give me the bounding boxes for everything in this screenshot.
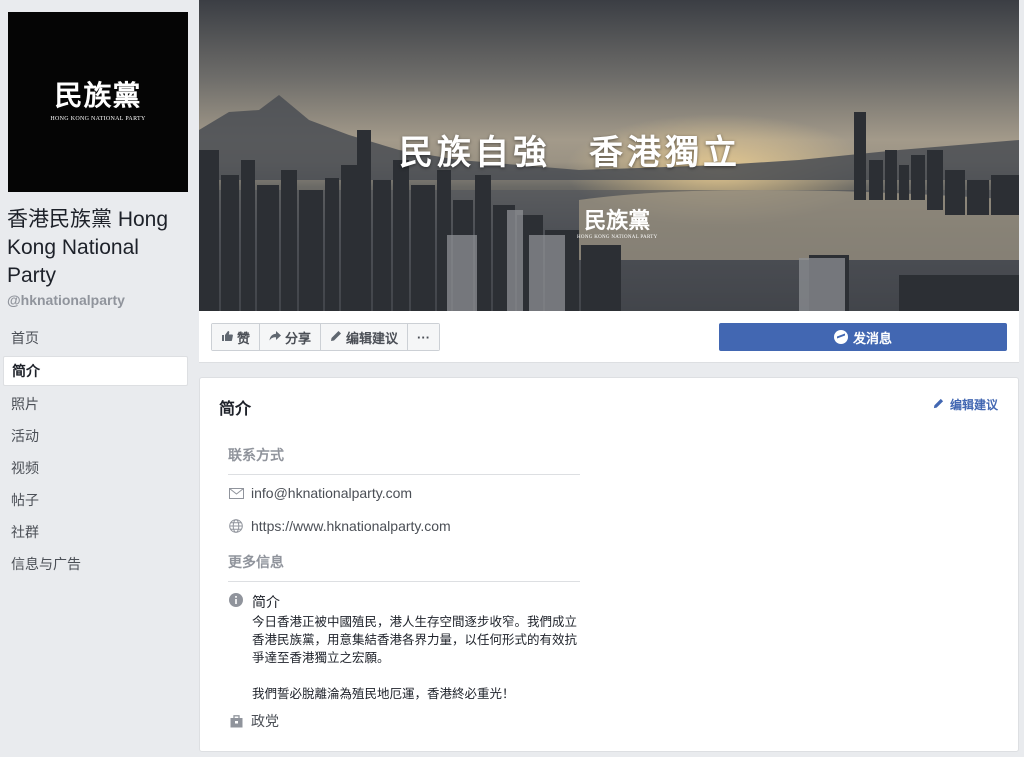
category-row: 政党 [228,711,279,731]
nav-item-about[interactable]: 简介 [3,356,188,386]
nav-item-info-and-ads[interactable]: 信息与广告 [3,548,188,580]
profile-logo-subtitle: HONG KONG NATIONAL PARTY [50,116,146,122]
contact-website[interactable]: https://www.hknationalparty.com [251,518,451,534]
profile-logo-text: 民族黨 [54,79,142,112]
cover-slogan: 民族自強 香港獨立 [399,133,741,173]
about-intro-paragraph-2: 我們誓必脫離淪為殖民地厄運，香港終必重光！ [252,687,515,701]
more-label: ··· [417,329,431,345]
thumbs-up-icon [221,330,233,345]
page-nav: 首页 简介 照片 活动 视频 帖子 社群 信息与广告 [3,322,188,580]
page-action-bar: 赞 分享 编辑建议 ··· 发消息 [199,311,1019,363]
like-button[interactable]: 赞 [212,324,261,350]
info-icon [228,592,244,608]
suggest-edit-label: 编辑建议 [346,330,399,346]
nav-item-videos[interactable]: 视频 [3,452,188,484]
messenger-icon [833,330,848,344]
about-card: 简介 编辑建议 联系方式 info@hknationalparty.com ht… [199,377,1019,752]
action-button-group: 赞 分享 编辑建议 ··· [211,323,441,351]
share-label: 分享 [285,330,312,346]
cover-logo: 民族黨 HONG KONG NATIONAL PARTY [577,210,658,240]
nav-item-community[interactable]: 社群 [3,516,188,548]
profile-picture[interactable]: 民族黨 HONG KONG NATIONAL PARTY [8,12,188,192]
globe-icon [228,518,244,534]
pencil-icon [933,398,947,412]
contact-email-row: info@hknationalparty.com [228,485,412,501]
contact-website-row: https://www.hknationalparty.com [228,518,451,534]
about-intro-row [228,592,251,608]
send-message-button[interactable]: 发消息 [719,323,1007,351]
contact-email[interactable]: info@hknationalparty.com [251,485,412,501]
more-info-heading: 更多信息 [228,552,580,582]
page-username[interactable]: @hknationalparty [7,292,125,308]
cover-photo[interactable]: 民族自強 香港獨立 民族黨 HONG KONG NATIONAL PARTY [199,0,1019,311]
category-label[interactable]: 政党 [251,711,279,731]
page-title[interactable]: 香港民族黨 Hong Kong National Party [7,206,192,290]
about-intro-paragraph-1: 今日香港正被中國殖民，港人生存空間逐步收窄。我們成立香港民族黨，用意集結香港各界… [252,615,578,665]
cover-logo-text: 民族黨 [584,208,651,234]
about-suggest-edit-link[interactable]: 编辑建议 [933,396,998,413]
about-intro-label: 简介 [252,594,280,610]
share-button[interactable]: 分享 [260,324,322,350]
envelope-icon [228,485,244,501]
pencil-icon [330,330,342,345]
cover-logo-subtitle: HONG KONG NATIONAL PARTY [577,235,658,240]
send-message-label: 发消息 [852,330,892,346]
about-title: 简介 [219,401,252,418]
nav-item-photos[interactable]: 照片 [3,388,188,420]
suggest-edit-button[interactable]: 编辑建议 [321,324,409,350]
contact-heading: 联系方式 [228,445,580,475]
about-suggest-edit-label: 编辑建议 [949,398,998,412]
nav-item-home[interactable]: 首页 [3,322,188,354]
nav-item-events[interactable]: 活动 [3,420,188,452]
share-arrow-icon [269,330,282,345]
about-intro-text: 今日香港正被中國殖民，港人生存空間逐步收窄。我們成立香港民族黨，用意集結香港各界… [252,613,582,703]
like-label: 赞 [237,330,251,346]
more-options-button[interactable]: ··· [408,324,440,350]
nav-item-posts[interactable]: 帖子 [3,484,188,516]
briefcase-icon [228,713,244,729]
